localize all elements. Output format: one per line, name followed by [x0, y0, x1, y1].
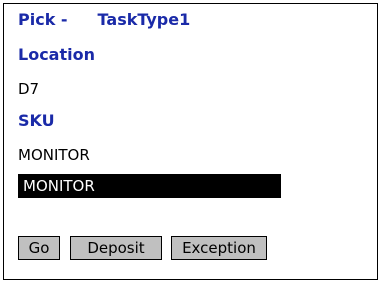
- pick-screen: Pick - TaskType1 Location D7 SKU MONITOR …: [3, 3, 378, 280]
- go-button[interactable]: Go: [18, 236, 60, 260]
- location-value: D7: [18, 80, 40, 98]
- sku-label: SKU: [18, 111, 55, 130]
- sku-value: MONITOR: [18, 146, 90, 164]
- title-pick-label: Pick -: [18, 9, 68, 29]
- page-title: Pick - TaskType1: [18, 8, 190, 30]
- title-task-type: TaskType1: [97, 9, 191, 29]
- location-label: Location: [18, 45, 95, 64]
- sku-input[interactable]: [18, 174, 281, 198]
- deposit-button[interactable]: Deposit: [70, 236, 162, 260]
- exception-button[interactable]: Exception: [171, 236, 267, 260]
